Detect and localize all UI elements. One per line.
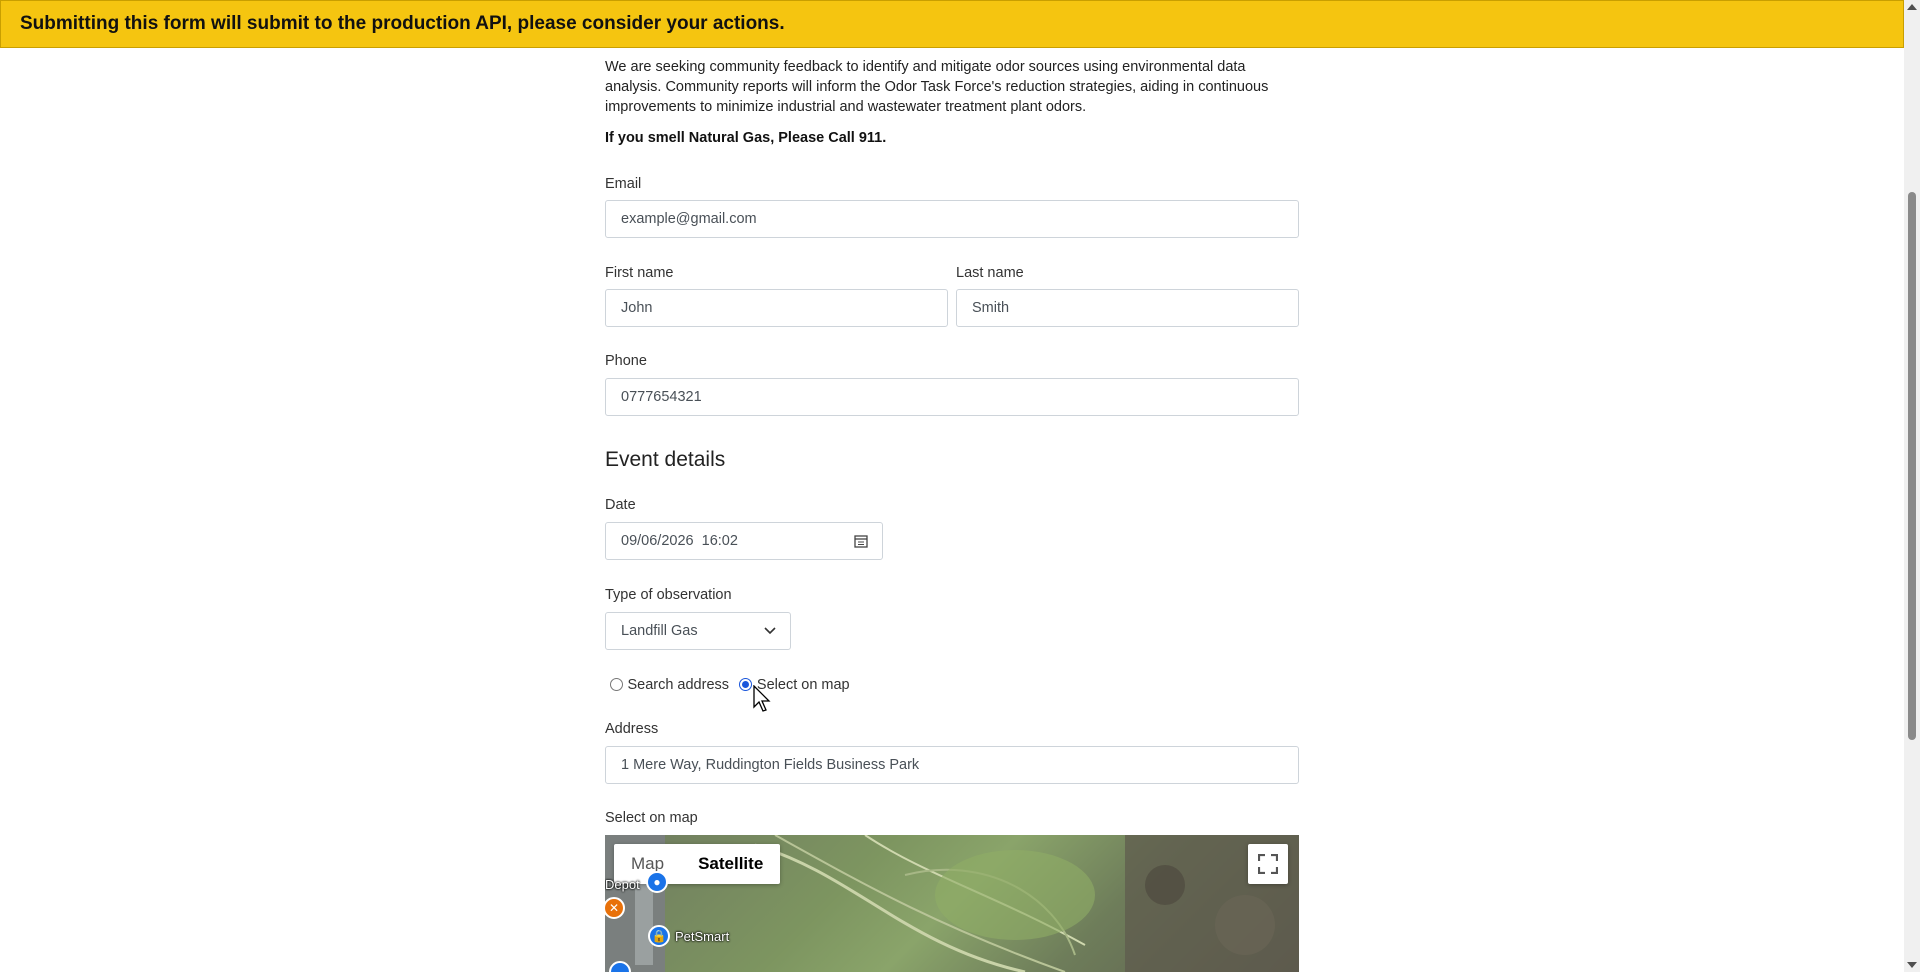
calendar-icon[interactable] [854, 534, 868, 548]
observation-type-select[interactable]: Landfill Gas [605, 612, 791, 650]
page-scrollbar[interactable] [1904, 0, 1920, 972]
map-place-label-depot: Depot [605, 877, 640, 892]
date-input[interactable]: 09/06/2026 16:02 [605, 522, 883, 560]
scroll-down-arrow-icon[interactable] [1907, 962, 1917, 968]
natural-gas-warning: If you smell Natural Gas, Please Call 91… [605, 130, 887, 146]
production-warning-banner: Submitting this form will submit to the … [0, 0, 1904, 48]
observation-type-value: Landfill Gas [621, 623, 698, 639]
shopping-pin-icon[interactable]: 🔒 [648, 925, 670, 947]
last-name-field[interactable]: Smith [956, 289, 1299, 327]
report-form: We are seeking community feedback to ide… [605, 48, 1299, 972]
phone-field[interactable]: 0777654321 [605, 378, 1299, 416]
email-field[interactable]: example@gmail.com [605, 200, 1299, 238]
email-label: Email [605, 176, 642, 192]
phone-label: Phone [605, 353, 647, 369]
scroll-thumb[interactable] [1908, 192, 1916, 740]
select-on-map-radio[interactable] [739, 678, 753, 692]
address-label: Address [605, 721, 659, 737]
location-mode-radio-group: Search address Select on map [610, 676, 850, 694]
first-name-field[interactable]: John [605, 289, 948, 327]
select-on-map-label: Select on map [605, 810, 698, 826]
date-value: 09/06/2026 16:02 [621, 533, 738, 549]
intro-text: We are seeking community feedback to ide… [605, 59, 1269, 115]
banner-text: Submitting this form will submit to the … [20, 13, 785, 34]
scroll-up-arrow-icon[interactable] [1907, 4, 1917, 10]
first-name-label: First name [605, 265, 674, 281]
event-details-heading: Event details [605, 448, 726, 471]
map-pin-icon[interactable]: ● [646, 871, 668, 893]
fullscreen-icon [1258, 854, 1278, 874]
search-address-radio-label[interactable]: Search address [627, 677, 729, 693]
last-name-label: Last name [956, 265, 1024, 281]
date-label: Date [605, 497, 636, 513]
address-field[interactable]: 1 Mere Way, Ruddington Fields Business P… [605, 746, 1299, 784]
map-place-label-petsmart: PetSmart [675, 929, 730, 944]
observation-type-label: Type of observation [605, 587, 732, 603]
mouse-cursor-icon [753, 685, 771, 712]
search-address-radio[interactable] [610, 678, 623, 692]
chevron-down-icon [764, 627, 776, 635]
satellite-view-button[interactable]: Satellite [681, 844, 780, 884]
satellite-map[interactable]: Map Satellite Depot ● ✕ 🔒 PetSmart [605, 835, 1299, 972]
fullscreen-button[interactable] [1248, 844, 1288, 884]
